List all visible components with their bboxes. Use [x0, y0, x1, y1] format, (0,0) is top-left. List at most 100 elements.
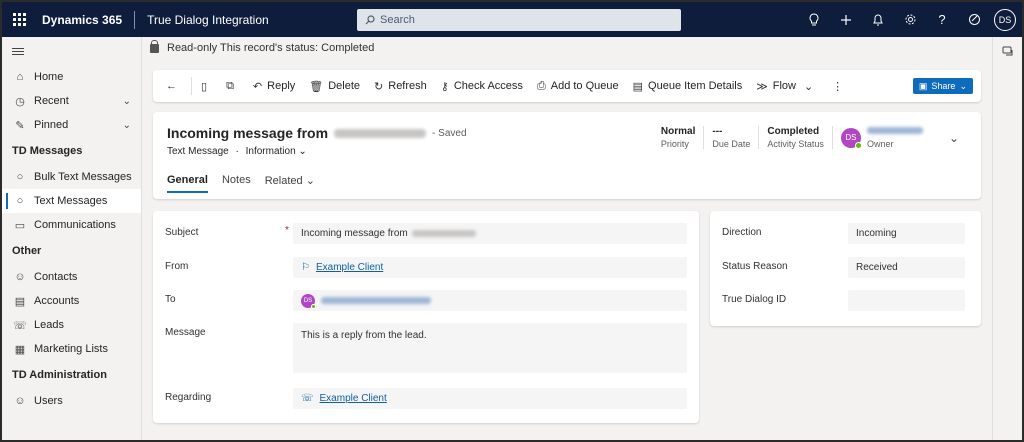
refresh-button[interactable]: ↻ Refresh [367, 74, 434, 98]
flow-button[interactable]: ≫ Flow ⌄ [749, 74, 825, 98]
message-row: Message This is a reply from the lead. [165, 323, 687, 373]
status-reason-label: Status Reason [722, 261, 788, 272]
chat-icon[interactable] [993, 37, 1022, 67]
refresh-label: Refresh [388, 80, 427, 92]
tab-notes[interactable]: Notes [222, 170, 251, 193]
chat-bubble-icon: ○ [16, 195, 24, 207]
sidebar-item-label: Text Messages [34, 195, 108, 207]
regarding-field[interactable]: ☏ Example Client [293, 388, 687, 409]
tab-general[interactable]: General [167, 170, 208, 193]
direction-field[interactable]: Incoming [848, 223, 965, 244]
redacted-to-name[interactable] [321, 297, 431, 304]
form-name: Information [245, 146, 296, 157]
command-bar: ← ▯ ⧉ ↶ Reply 🗑 Delete ↻ Refresh ⚷ Check Acc… [153, 70, 981, 102]
refresh-icon: ↻ [374, 80, 384, 93]
user-avatar[interactable]: DS [994, 8, 1016, 31]
add-to-queue-button[interactable]: ⎙ Add to Queue [530, 74, 626, 98]
delete-label: Delete [328, 80, 361, 92]
sidebar-item-pinned[interactable]: ✎ Pinned ⌄ [2, 113, 141, 137]
owner-field[interactable]: DS Owner ⌄ [831, 126, 967, 149]
readonly-notification: Read-only This record's status: Complete… [142, 37, 992, 59]
truedialog-id-field[interactable] [848, 290, 965, 311]
clock-icon: ◷ [15, 95, 25, 108]
sidebar-item-marketing-lists[interactable]: ▦ Marketing Lists [2, 337, 141, 361]
subject-value: Incoming message from [301, 228, 408, 239]
sidebar-item-label: Accounts [34, 295, 80, 307]
truedialog-id-label: True Dialog ID [722, 294, 787, 305]
readonly-text: Read-only This record's status: Complete… [167, 42, 375, 54]
sidebar-item-home[interactable]: ⌂ Home [2, 65, 141, 89]
open-new-window-button[interactable]: ⧉ [219, 74, 246, 98]
details-icon: ▤ [632, 80, 644, 93]
subject-field[interactable]: Incoming message from [293, 223, 687, 244]
share-button[interactable]: ▣ Share ⌄ [912, 78, 973, 94]
sidebar-item-communications[interactable]: ▭ Communications [2, 213, 141, 237]
flow-label: Flow [772, 80, 796, 92]
more-commands-button[interactable]: ⋮ [825, 74, 855, 98]
record-subtitle: Text Message · Information ⌄ [167, 146, 307, 157]
arrow-left-icon: ← [166, 80, 177, 92]
help-icon[interactable]: ? [926, 2, 958, 37]
regarding-label: Regarding [165, 392, 212, 403]
delete-button[interactable]: 🗑 Delete [302, 74, 367, 98]
chevron-down-icon[interactable]: ⌄ [123, 96, 131, 107]
copilot-icon[interactable] [958, 2, 990, 37]
subtitle-separator: · [235, 146, 239, 157]
priority-field: Normal Priority [653, 126, 703, 149]
sidebar-item-label: Marketing Lists [34, 343, 108, 355]
gear-icon[interactable] [894, 2, 926, 37]
search-icon [365, 15, 375, 25]
add-to-queue-label: Add to Queue [550, 80, 619, 92]
from-field[interactable]: ⚐ Example Client [293, 257, 687, 278]
status-reason-field[interactable]: Received [848, 257, 965, 278]
document-icon: ▯ [201, 80, 208, 93]
form-selector[interactable]: Information ⌄ [246, 146, 307, 157]
reply-button[interactable]: ↶ Reply [246, 74, 302, 98]
to-field[interactable]: DS [293, 290, 687, 311]
queue-item-details-button[interactable]: ▤ Queue Item Details [626, 74, 750, 98]
tab-related[interactable]: Related ⌄ [265, 170, 315, 193]
home-icon: ⌂ [16, 71, 24, 83]
subject-label: Subject * [165, 223, 293, 244]
sidebar-item-accounts[interactable]: ▤ Accounts [2, 289, 141, 313]
sidebar-section-td-messages: TD Messages [12, 145, 83, 157]
back-button[interactable]: ← [159, 74, 189, 98]
chevron-down-icon: ⌄ [959, 80, 967, 91]
list-icon: ▦ [14, 343, 26, 356]
site-map-toggle[interactable] [2, 37, 141, 65]
owner-initials: DS [845, 133, 857, 142]
app-name[interactable]: True Dialog Integration [135, 13, 269, 27]
sidebar-item-recent[interactable]: ◷ Recent ⌄ [2, 89, 141, 113]
share-label: Share [931, 81, 956, 91]
top-icon-group: ? DS [798, 2, 1016, 37]
bell-icon[interactable] [862, 2, 894, 37]
sidebar-item-text-messages[interactable]: ○ Text Messages [2, 189, 141, 213]
chevron-down-icon[interactable]: ⌄ [123, 120, 131, 131]
to-label: To [165, 294, 176, 305]
form-tabs: General Notes Related ⌄ [167, 170, 329, 193]
lightbulb-icon[interactable] [798, 2, 830, 37]
brand-title[interactable]: Dynamics 365 [36, 13, 134, 27]
required-indicator: * [285, 225, 289, 236]
sidebar-item-label: Home [34, 71, 64, 83]
sidebar-item-contacts[interactable]: ☺ Contacts [2, 265, 141, 289]
search-input[interactable]: Search [357, 9, 681, 31]
regarding-lookup-link[interactable]: Example Client [320, 393, 387, 404]
person-icon: ☺ [14, 271, 26, 283]
form-view-button[interactable]: ▯ [194, 74, 219, 98]
plus-icon[interactable] [830, 2, 862, 37]
building-icon: ▤ [14, 295, 26, 308]
priority-label: Priority [660, 139, 689, 149]
redacted-owner-name [866, 127, 923, 134]
chevron-down-icon[interactable]: ⌄ [949, 131, 959, 145]
message-field[interactable]: This is a reply from the lead. [293, 323, 687, 373]
lock-icon [150, 39, 159, 53]
app-launcher-icon[interactable] [2, 2, 36, 37]
queue-icon: ⎙ [536, 79, 546, 92]
sidebar-item-users[interactable]: ☺ Users [2, 389, 141, 413]
sidebar-item-leads[interactable]: ☏ Leads [2, 313, 141, 337]
redacted-phone [334, 128, 427, 138]
check-access-button[interactable]: ⚷ Check Access [434, 74, 530, 98]
from-lookup-link[interactable]: Example Client [316, 262, 383, 273]
sidebar-item-bulk-text-messages[interactable]: ○ Bulk Text Messages [2, 165, 141, 189]
